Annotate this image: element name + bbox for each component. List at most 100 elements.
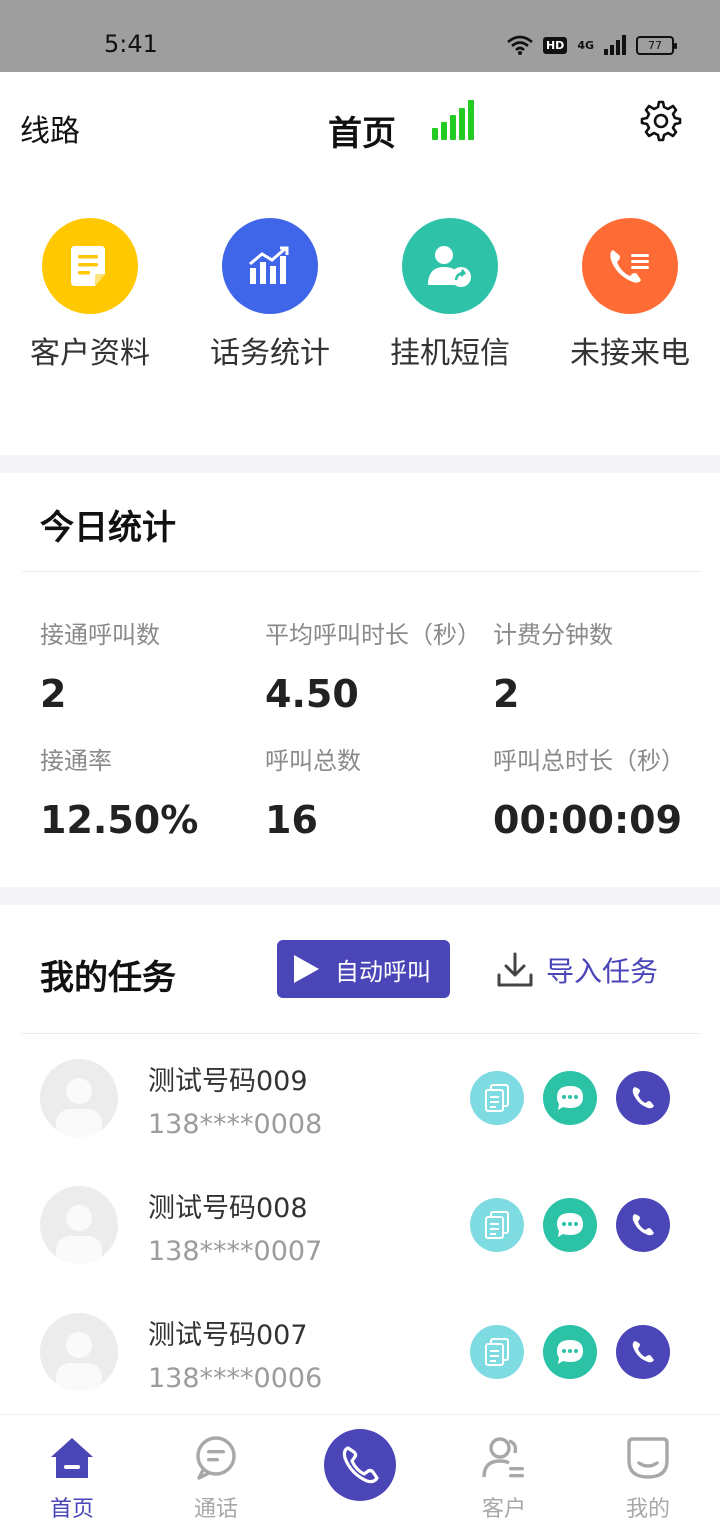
- message-icon: [557, 1340, 583, 1364]
- stat-label: 呼叫总数: [265, 747, 361, 775]
- divider: [22, 571, 700, 572]
- stat-label: 接通呼叫数: [40, 621, 160, 649]
- action-missed-calls[interactable]: 未接来电: [540, 210, 720, 390]
- nav-dial-button[interactable]: [324, 1429, 396, 1501]
- action-customer-info[interactable]: 客户资料: [0, 210, 180, 390]
- stat-avg-duration: 平均呼叫时长（秒） 4.50: [265, 615, 481, 716]
- divider: [22, 1033, 700, 1034]
- stat-total-duration: 呼叫总时长（秒） 00:00:09: [493, 741, 685, 842]
- route-selector[interactable]: 线路: [20, 106, 80, 150]
- section-gap: [0, 887, 720, 905]
- import-tasks-label: 导入任务: [546, 955, 659, 988]
- stat-value: 2: [493, 672, 520, 716]
- user-share-icon: [402, 218, 498, 314]
- avatar: [40, 1313, 118, 1391]
- stat-value: 16: [265, 798, 318, 842]
- wifi-icon: [507, 35, 533, 55]
- nav-label: 首页: [49, 1497, 94, 1522]
- task-phone: 138****0007: [148, 1236, 323, 1267]
- task-name: 测试号码009: [148, 1066, 308, 1097]
- task-name: 测试号码007: [148, 1320, 308, 1351]
- nav-label: 通话: [193, 1497, 238, 1522]
- action-label: 话务统计: [210, 336, 330, 371]
- task-call-button[interactable]: [616, 1198, 670, 1252]
- task-message-button[interactable]: [543, 1071, 597, 1125]
- avatar: [40, 1186, 118, 1264]
- status-time: 5:41: [104, 30, 158, 58]
- chat-icon: [196, 1436, 236, 1480]
- task-detail-button[interactable]: [470, 1325, 524, 1379]
- bottom-nav: 首页 通话 客户 我的: [0, 1414, 720, 1531]
- cell-signal-icon: [604, 35, 626, 55]
- task-call-button[interactable]: [616, 1071, 670, 1125]
- stat-value: 4.50: [265, 672, 359, 716]
- document-icon: [485, 1338, 509, 1366]
- document-icon: [485, 1211, 509, 1239]
- nav-label: 客户: [481, 1497, 526, 1522]
- auto-call-button[interactable]: 自动呼叫: [277, 940, 450, 998]
- stat-total-calls: 呼叫总数 16: [265, 741, 361, 842]
- nav-label: 我的: [625, 1497, 670, 1522]
- task-message-button[interactable]: [543, 1325, 597, 1379]
- download-icon: [497, 952, 533, 987]
- action-label: 客户资料: [30, 336, 150, 371]
- line-signal-icon: [432, 100, 474, 140]
- stat-label: 接通率: [40, 747, 112, 775]
- stat-value: 2: [40, 672, 67, 716]
- settings-gear-icon[interactable]: [640, 100, 682, 142]
- action-label: 未接来电: [570, 336, 690, 371]
- stats-title: 今日统计: [40, 508, 176, 548]
- message-icon: [557, 1086, 583, 1110]
- quick-actions: 客户资料 话务统计 挂机短信 未接来电: [0, 210, 720, 400]
- task-call-button[interactable]: [616, 1325, 670, 1379]
- task-detail-button[interactable]: [470, 1071, 524, 1125]
- action-hangup-sms[interactable]: 挂机短信: [360, 210, 540, 390]
- stat-value: 12.50%: [40, 798, 199, 842]
- action-label: 挂机短信: [390, 336, 510, 371]
- phone-icon: [632, 1214, 654, 1236]
- stat-label: 平均呼叫时长（秒）: [265, 621, 481, 649]
- home-icon: [51, 1438, 93, 1478]
- battery-icon: 77: [636, 35, 677, 55]
- nav-profile[interactable]: 我的: [576, 1415, 720, 1531]
- status-icons: HD 4G 77: [507, 30, 677, 60]
- document-icon: [42, 218, 138, 314]
- play-icon: [294, 955, 319, 983]
- customer-icon: [482, 1437, 524, 1478]
- phone-icon: [342, 1446, 379, 1484]
- nav-calls[interactable]: 通话: [144, 1415, 288, 1531]
- stat-connect-rate: 接通率 12.50%: [40, 741, 198, 842]
- task-phone: 138****0006: [148, 1363, 323, 1394]
- action-call-stats[interactable]: 话务统计: [180, 210, 360, 390]
- avatar: [40, 1059, 118, 1137]
- hd-badge: HD: [542, 36, 568, 54]
- stat-label: 计费分钟数: [493, 621, 613, 649]
- phone-icon: [632, 1087, 654, 1109]
- bar-chart-icon: [222, 218, 318, 314]
- network-label: 4G: [577, 38, 594, 52]
- message-icon: [557, 1213, 583, 1237]
- task-row[interactable]: 测试号码008 138****0007: [0, 1186, 720, 1306]
- page-title: 首页: [328, 114, 396, 154]
- profile-icon: [627, 1437, 669, 1479]
- stat-value: 00:00:09: [493, 798, 683, 842]
- task-message-button[interactable]: [543, 1198, 597, 1252]
- task-detail-button[interactable]: [470, 1198, 524, 1252]
- status-bar: 5:41 HD 4G 77: [0, 0, 720, 72]
- task-phone: 138****0008: [148, 1109, 323, 1140]
- missed-call-icon: [582, 218, 678, 314]
- document-icon: [485, 1084, 509, 1112]
- task-row[interactable]: 测试号码009 138****0008: [0, 1059, 720, 1179]
- import-tasks-button[interactable]: 导入任务: [496, 948, 658, 992]
- auto-call-label: 自动呼叫: [335, 957, 431, 986]
- nav-home[interactable]: 首页: [0, 1415, 144, 1531]
- stat-connected-calls: 接通呼叫数 2: [40, 615, 160, 716]
- section-gap: [0, 455, 720, 473]
- nav-customers[interactable]: 客户: [432, 1415, 576, 1531]
- stat-billing-minutes: 计费分钟数 2: [493, 615, 613, 716]
- stat-label: 呼叫总时长（秒）: [493, 747, 685, 775]
- tasks-title: 我的任务: [40, 958, 176, 998]
- app-header: 线路 首页: [0, 72, 720, 172]
- phone-icon: [632, 1341, 654, 1363]
- task-name: 测试号码008: [148, 1193, 308, 1224]
